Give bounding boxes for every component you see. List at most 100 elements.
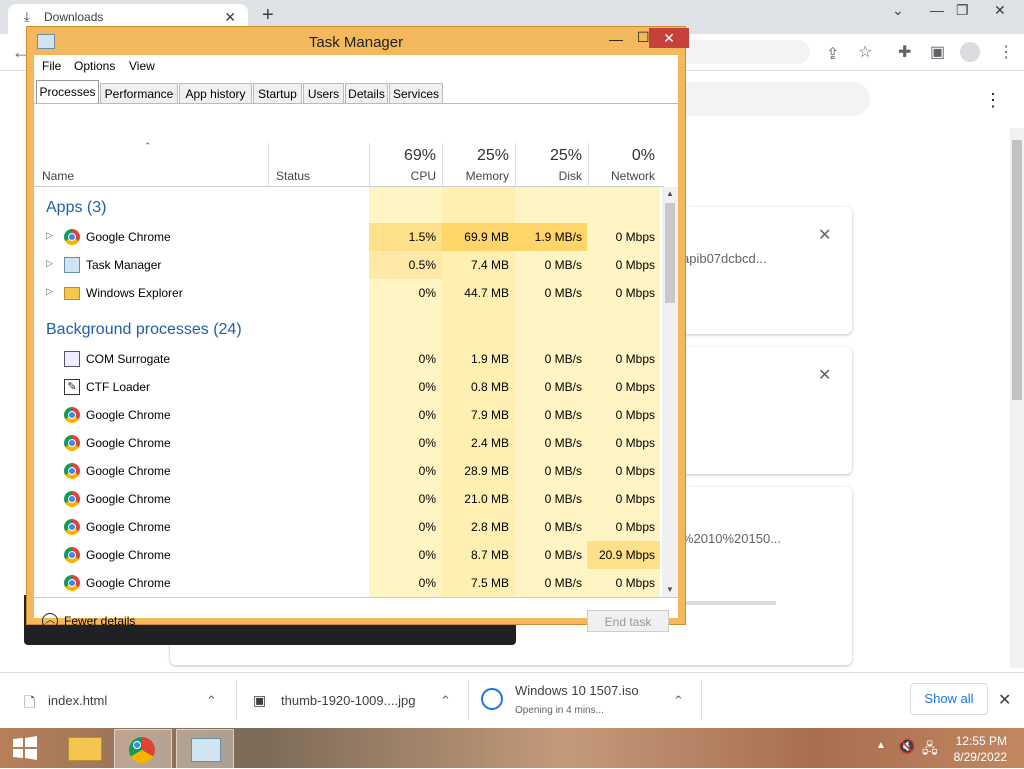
tray-clock[interactable]: 12:55 PM 8/29/2022 [945, 733, 1007, 765]
window-title: Task Manager [308, 34, 404, 51]
process-row[interactable]: Google Chrome 0% 28.9 MB 0 MB/s 0 Mbps [34, 457, 660, 485]
page-scrollbar-thumb[interactable] [1012, 140, 1022, 400]
process-name: CTF Loader [86, 380, 151, 394]
close-window-icon[interactable]: ✕ [994, 2, 1006, 19]
file-icon: 🗋 [24, 694, 36, 710]
process-cpu: 0% [418, 436, 436, 450]
chrome-menu-icon[interactable]: ⋮ [998, 42, 1014, 62]
close-tab-icon[interactable]: ✕ [224, 9, 236, 26]
remove-download-icon[interactable]: ✕ [818, 365, 831, 385]
process-memory: 21.0 MB [464, 492, 509, 506]
fewer-details-button[interactable]: ︿ Fewer details [42, 613, 135, 629]
minimize-icon[interactable]: — [930, 2, 944, 18]
network-icon[interactable]: 🖧 [922, 738, 938, 762]
process-row[interactable]: ✎ CTF Loader 0% 0.8 MB 0 MB/s 0 Mbps [34, 373, 660, 401]
taskbar-file-explorer[interactable] [56, 729, 112, 767]
chrome-icon [64, 491, 80, 507]
process-row[interactable]: COM Surrogate 0% 1.9 MB 0 MB/s 0 Mbps [34, 345, 660, 373]
process-disk: 0 MB/s [544, 352, 582, 366]
volume-muted-icon[interactable]: 🔇 [898, 738, 915, 755]
process-row[interactable]: ▷ Task Manager 0.5% 7.4 MB 0 MB/s 0 Mbps [34, 251, 660, 279]
download-item-index[interactable]: 🗋 index.html ⌃ [0, 672, 236, 728]
task-manager-window: Task Manager — ☐ ✕ File Options View Pro… [26, 26, 689, 632]
process-disk: 0 MB/s [544, 286, 582, 300]
process-cpu: 0% [418, 408, 436, 422]
process-row[interactable]: ▷ Google Chrome 1.5% 69.9 MB 1.9 MB/s 0 Mbps [34, 223, 660, 251]
remove-download-icon[interactable]: ✕ [818, 225, 831, 245]
side-panel-icon[interactable]: ▣ [930, 42, 945, 62]
maximize-button[interactable]: ☐ [637, 29, 650, 46]
bookmark-star-icon[interactable]: ☆ [858, 42, 872, 62]
process-name: Google Chrome [86, 408, 171, 422]
process-row[interactable]: ▷ Windows Explorer 0% 44.7 MB 0 MB/s 0 Mbps [34, 279, 660, 307]
process-cpu: 0% [418, 492, 436, 506]
taskbar-chrome[interactable] [114, 729, 172, 769]
opening-progress-icon [481, 688, 503, 710]
expand-arrow-icon[interactable]: ▷ [46, 258, 53, 269]
process-row[interactable]: Google Chrome 0% 7.9 MB 0 MB/s 0 Mbps [34, 401, 660, 429]
download-item-status: Opening in 4 mins... [515, 705, 604, 716]
image-file-icon: ▣ [253, 692, 267, 708]
profile-avatar-icon[interactable] [960, 42, 980, 62]
process-name: Task Manager [86, 258, 162, 272]
expand-arrow-icon[interactable]: ▷ [46, 286, 53, 297]
process-memory: 0.8 MB [470, 380, 509, 394]
process-memory: 7.5 MB [470, 576, 509, 590]
process-row[interactable]: Google Chrome 0% 8.7 MB 0 MB/s 20.9 Mbps [34, 541, 660, 569]
show-all-button[interactable]: Show all [910, 683, 988, 715]
process-memory: 2.8 MB [470, 520, 509, 534]
process-network: 20.9 Mbps [598, 548, 655, 562]
process-row[interactable]: Google Chrome 0% 2.4 MB 0 MB/s 0 Mbps [34, 429, 660, 457]
download-item-thumb[interactable]: ▣ thumb-1920-1009....jpg ⌃ [237, 672, 468, 728]
chrome-icon [64, 435, 80, 451]
group-header[interactable]: Apps (3) [46, 199, 106, 217]
new-tab-icon[interactable]: + [262, 4, 274, 27]
scroll-down-icon[interactable]: ▼ [666, 585, 674, 594]
chevron-up-icon[interactable]: ⌃ [440, 693, 451, 709]
process-cpu: 0% [418, 520, 436, 534]
process-network: 0 Mbps [615, 520, 655, 534]
divider [701, 680, 702, 720]
process-row[interactable]: Google Chrome 0% 21.0 MB 0 MB/s 0 Mbps [34, 485, 660, 513]
chrome-icon [64, 407, 80, 423]
chevron-up-icon[interactable]: ⌃ [673, 693, 684, 709]
process-disk: 0 MB/s [544, 520, 582, 534]
tab-search-icon[interactable]: ⌄ [892, 2, 904, 19]
downloads-more-icon[interactable]: ⋮ [984, 90, 1002, 111]
expand-arrow-icon[interactable]: ▷ [46, 230, 53, 241]
close-button[interactable]: ✕ [649, 28, 689, 48]
extensions-icon[interactable]: ✚ [898, 42, 911, 62]
process-name: Google Chrome [86, 230, 171, 244]
minimize-button[interactable]: — [609, 31, 623, 47]
scroll-up-icon[interactable]: ▲ [666, 189, 674, 198]
process-disk: 0 MB/s [544, 380, 582, 394]
group-header[interactable]: Background processes (24) [46, 321, 242, 339]
scrollbar-thumb[interactable] [665, 203, 675, 303]
chrome-icon [64, 575, 80, 591]
clock-time: 12:55 PM [955, 734, 1007, 748]
process-network: 0 Mbps [615, 408, 655, 422]
download-filename[interactable]: %2010%20150... [682, 531, 781, 546]
process-disk: 0 MB/s [544, 408, 582, 422]
process-cpu: 0% [418, 286, 436, 300]
restore-icon[interactable]: ❐ [956, 2, 969, 19]
process-cpu: 0% [418, 464, 436, 478]
process-memory: 44.7 MB [464, 286, 509, 300]
process-row[interactable]: Google Chrome 0% 2.8 MB 0 MB/s 0 Mbps [34, 513, 660, 541]
address-bar[interactable] [680, 40, 810, 64]
taskbar-task-manager[interactable] [176, 729, 234, 769]
download-item-name: Windows 10 1507.iso [515, 683, 639, 698]
download-filename[interactable]: apib07dcbcd... [682, 251, 767, 266]
share-icon[interactable]: ⇪ [826, 44, 839, 64]
download-item-iso[interactable]: Windows 10 1507.iso Opening in 4 mins...… [469, 672, 701, 728]
process-network: 0 Mbps [615, 436, 655, 450]
title-bar[interactable]: Task Manager — ☐ ✕ [27, 27, 689, 55]
chevron-up-icon[interactable]: ⌃ [206, 693, 217, 709]
process-list: Apps (3) ▷ Google Chrome 1.5% 69.9 MB 1.9 MB/… [34, 55, 660, 597]
process-row[interactable]: Google Chrome 0% 7.5 MB 0 MB/s 0 Mbps [34, 569, 660, 597]
start-button[interactable] [12, 736, 38, 760]
process-memory: 7.9 MB [470, 408, 509, 422]
end-task-button[interactable]: End task [587, 610, 669, 632]
tray-expand-icon[interactable]: ▲ [876, 740, 886, 751]
close-shelf-icon[interactable]: ✕ [998, 690, 1011, 710]
